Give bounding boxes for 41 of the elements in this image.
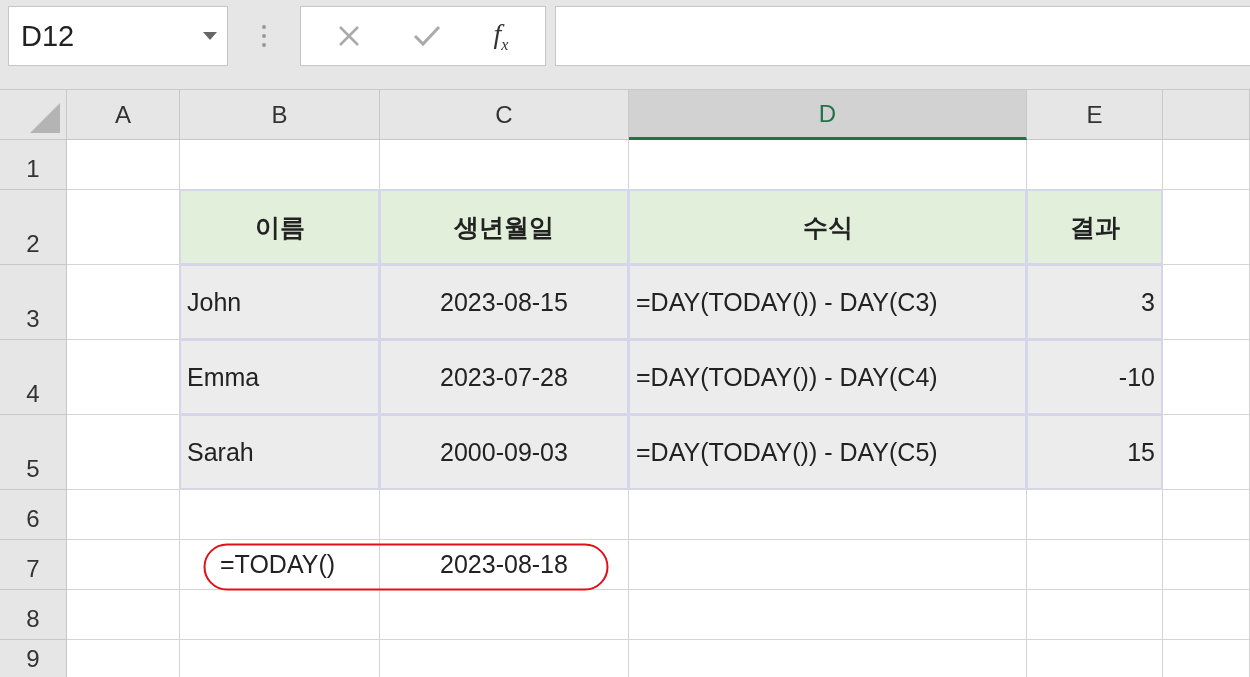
table-cell: =DAY(TODAY()) - DAY(C5): [628, 414, 1027, 490]
column-header[interactable]: E: [1027, 90, 1163, 140]
row-header[interactable]: 4: [0, 340, 67, 415]
column-header[interactable]: A: [67, 90, 180, 140]
table-cell: 2023-07-28: [379, 339, 629, 415]
table-cell: =DAY(TODAY()) - DAY(C4): [628, 339, 1027, 415]
table-cell: 2000-09-03: [379, 414, 629, 490]
column-header[interactable]: D: [629, 90, 1027, 140]
table-cell: Sarah: [179, 414, 380, 490]
check-icon[interactable]: [412, 25, 441, 47]
row-header[interactable]: 1: [0, 140, 67, 190]
more-icon[interactable]: [262, 25, 266, 47]
column-heading: 이름: [179, 189, 380, 265]
column-header[interactable]: C: [380, 90, 629, 140]
table-cell: 2023-08-15: [379, 264, 629, 340]
cell-reference: D12: [21, 19, 76, 53]
table-cell: 3: [1026, 264, 1163, 340]
caret-icon[interactable]: [203, 32, 217, 40]
row-header[interactable]: 6: [0, 490, 67, 540]
table-cell: -10: [1026, 339, 1163, 415]
row-header[interactable]: 2: [0, 190, 67, 265]
select-all-icon[interactable]: [30, 103, 60, 133]
column-heading: 수식: [628, 189, 1027, 265]
row-header[interactable]: 9: [0, 640, 67, 677]
insert-function-button[interactable]: f$_{x}$: [493, 18, 509, 54]
table-cell: John: [179, 264, 380, 340]
row-header[interactable]: 3: [0, 265, 67, 340]
column-heading: 생년월일: [379, 189, 629, 265]
table-cell: Emma: [179, 339, 380, 415]
row-header[interactable]: 8: [0, 590, 67, 640]
column-header[interactable]: B: [180, 90, 380, 140]
formula-text: =TODAY(): [180, 540, 380, 590]
date-value: 2023-08-18: [380, 540, 629, 590]
formula-input[interactable]: [555, 6, 1250, 66]
name-box[interactable]: D12: [8, 6, 228, 66]
row-header[interactable]: 5: [0, 415, 67, 490]
column-heading: 결과: [1026, 189, 1163, 265]
table-cell: =DAY(TODAY()) - DAY(C3): [628, 264, 1027, 340]
row-header[interactable]: 7: [0, 540, 67, 590]
cancel-icon[interactable]: [337, 25, 360, 47]
table-cell: 15: [1026, 414, 1163, 490]
